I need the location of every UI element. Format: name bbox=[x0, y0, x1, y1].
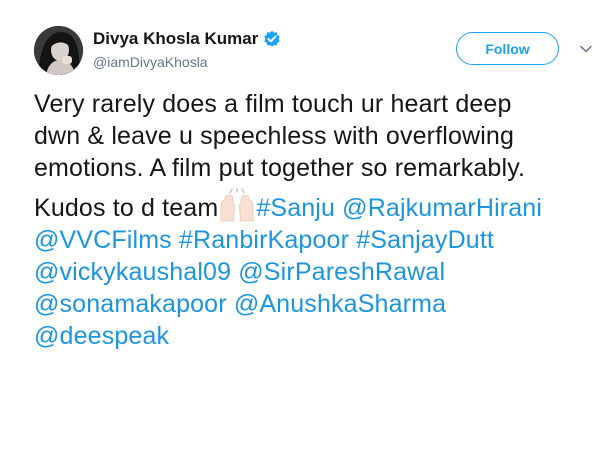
author-display-name[interactable]: Divya Khosla Kumar bbox=[93, 29, 258, 49]
tweet-text-line: Kudos to d team #Sanju @RajkumarHirani bbox=[34, 187, 600, 224]
chevron-down-icon[interactable] bbox=[579, 42, 593, 56]
tweet-text-line: @vickykaushal09 @SirPareshRawal bbox=[34, 256, 600, 288]
tweet-text-line: @sonamakapoor @AnushkaSharma bbox=[34, 288, 600, 320]
tweet-text-line: @VVCFilms #RanbirKapoor #SanjayDutt bbox=[34, 224, 600, 256]
hashtag-link[interactable]: #Sanju bbox=[256, 194, 335, 222]
tweet-text-line: emotions. A film put together so remarka… bbox=[34, 154, 526, 182]
mention-link[interactable]: @AnushkaSharma bbox=[234, 290, 446, 318]
tweet-text-line: @deespeak bbox=[34, 320, 600, 352]
mention-link[interactable]: @sonamakapoor bbox=[34, 290, 227, 318]
kudos-text: Kudos to d team bbox=[34, 194, 219, 222]
mention-link[interactable]: @deespeak bbox=[34, 322, 169, 350]
tweet-text: Very rarely does a film touch ur heart d… bbox=[34, 88, 600, 352]
raising-hands-icon bbox=[218, 187, 256, 222]
mention-link[interactable]: @SirPareshRawal bbox=[238, 258, 445, 286]
hashtag-link[interactable]: #RanbirKapoor bbox=[179, 226, 349, 254]
follow-button[interactable]: Follow bbox=[456, 32, 559, 65]
author-name-row: Divya Khosla Kumar bbox=[93, 29, 281, 49]
avatar[interactable] bbox=[34, 26, 83, 75]
hashtag-link[interactable]: #SanjayDutt bbox=[356, 226, 494, 254]
author-handle[interactable]: @iamDivyaKhosla bbox=[93, 54, 208, 70]
mention-link[interactable]: @VVCFilms bbox=[34, 226, 172, 254]
mention-link[interactable]: @RajkumarHirani bbox=[342, 194, 542, 222]
tweet-text-line: dwn & leave u speechless with overflowin… bbox=[34, 122, 515, 150]
avatar-photo bbox=[34, 26, 83, 75]
tweet-text-line: Very rarely does a film touch ur heart d… bbox=[34, 90, 512, 118]
verified-badge-icon bbox=[263, 30, 281, 48]
mention-link[interactable]: @vickykaushal09 bbox=[34, 258, 231, 286]
